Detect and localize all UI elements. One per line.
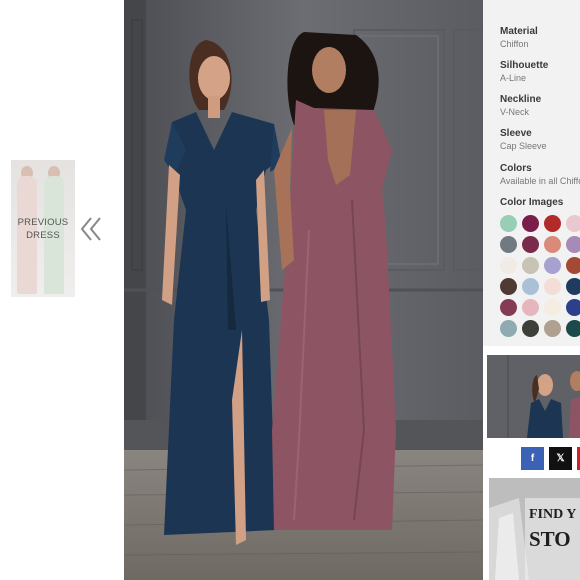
previous-label-line1: PREVIOUS xyxy=(17,217,69,228)
spec-label: Material xyxy=(500,26,538,37)
previous-label-line2: DRESS xyxy=(26,230,60,241)
previous-dress-thumbnail[interactable]: PREVIOUS DRESS xyxy=(11,160,75,297)
facebook-share-button[interactable]: f xyxy=(521,447,544,470)
color-swatch[interactable] xyxy=(522,215,539,232)
banner-line2: STO xyxy=(529,527,571,551)
color-swatch[interactable] xyxy=(544,257,561,274)
color-swatch[interactable] xyxy=(522,236,539,253)
spec-label: Silhouette xyxy=(500,60,549,71)
facebook-icon: f xyxy=(530,453,535,464)
banner-line1: FIND Y xyxy=(529,507,577,522)
previous-dress-label: PREVIOUS DRESS xyxy=(11,216,75,242)
color-swatch[interactable] xyxy=(566,320,580,337)
color-swatch[interactable] xyxy=(500,257,517,274)
spec-label: Sleeve xyxy=(500,128,532,139)
spec-value: Cap Sleeve xyxy=(500,141,547,151)
color-swatch[interactable] xyxy=(566,299,580,316)
color-swatch[interactable] xyxy=(522,299,539,316)
color-swatch[interactable] xyxy=(522,278,539,295)
color-swatch[interactable] xyxy=(566,278,580,295)
double-chevron-left-icon[interactable] xyxy=(80,214,102,244)
color-swatch[interactable] xyxy=(522,257,539,274)
color-swatch[interactable] xyxy=(500,236,517,253)
spec-colors: Colors Available in all Chiffon xyxy=(500,163,580,186)
spec-material: Material Chiffon xyxy=(500,26,538,49)
color-swatch[interactable] xyxy=(500,299,517,316)
product-thumbnail[interactable] xyxy=(487,355,580,438)
spec-sleeve: Sleeve Cap Sleeve xyxy=(500,128,547,151)
spec-value: Available in all Chiffon xyxy=(500,176,580,186)
color-swatch[interactable] xyxy=(544,299,561,316)
x-icon: 𝕏 xyxy=(556,453,565,464)
color-swatch[interactable] xyxy=(544,320,561,337)
spec-neckline: Neckline V-Neck xyxy=(500,94,541,117)
spec-color-images: Color Images xyxy=(500,197,563,208)
color-swatch[interactable] xyxy=(500,215,517,232)
spec-label: Color Images xyxy=(500,197,564,208)
color-swatch[interactable] xyxy=(522,320,539,337)
color-swatch[interactable] xyxy=(566,215,580,232)
spec-label: Neckline xyxy=(500,94,542,105)
color-swatch[interactable] xyxy=(544,236,561,253)
spec-value: Chiffon xyxy=(500,39,529,49)
color-swatch[interactable] xyxy=(500,320,517,337)
spec-value: V-Neck xyxy=(500,107,530,117)
product-details-panel: Material Chiffon Silhouette A-Line Neckl… xyxy=(483,0,580,346)
x-share-button[interactable]: 𝕏 xyxy=(549,447,572,470)
color-swatch[interactable] xyxy=(566,236,580,253)
store-locator-banner[interactable]: FIND Y STO xyxy=(489,478,580,580)
color-swatch[interactable] xyxy=(544,215,561,232)
spec-silhouette: Silhouette A-Line xyxy=(500,60,548,83)
product-photo xyxy=(124,0,483,580)
color-swatch[interactable] xyxy=(544,278,561,295)
spec-label: Colors xyxy=(500,163,532,174)
spec-value: A-Line xyxy=(500,73,527,83)
color-swatch[interactable] xyxy=(500,278,517,295)
color-swatch[interactable] xyxy=(566,257,580,274)
